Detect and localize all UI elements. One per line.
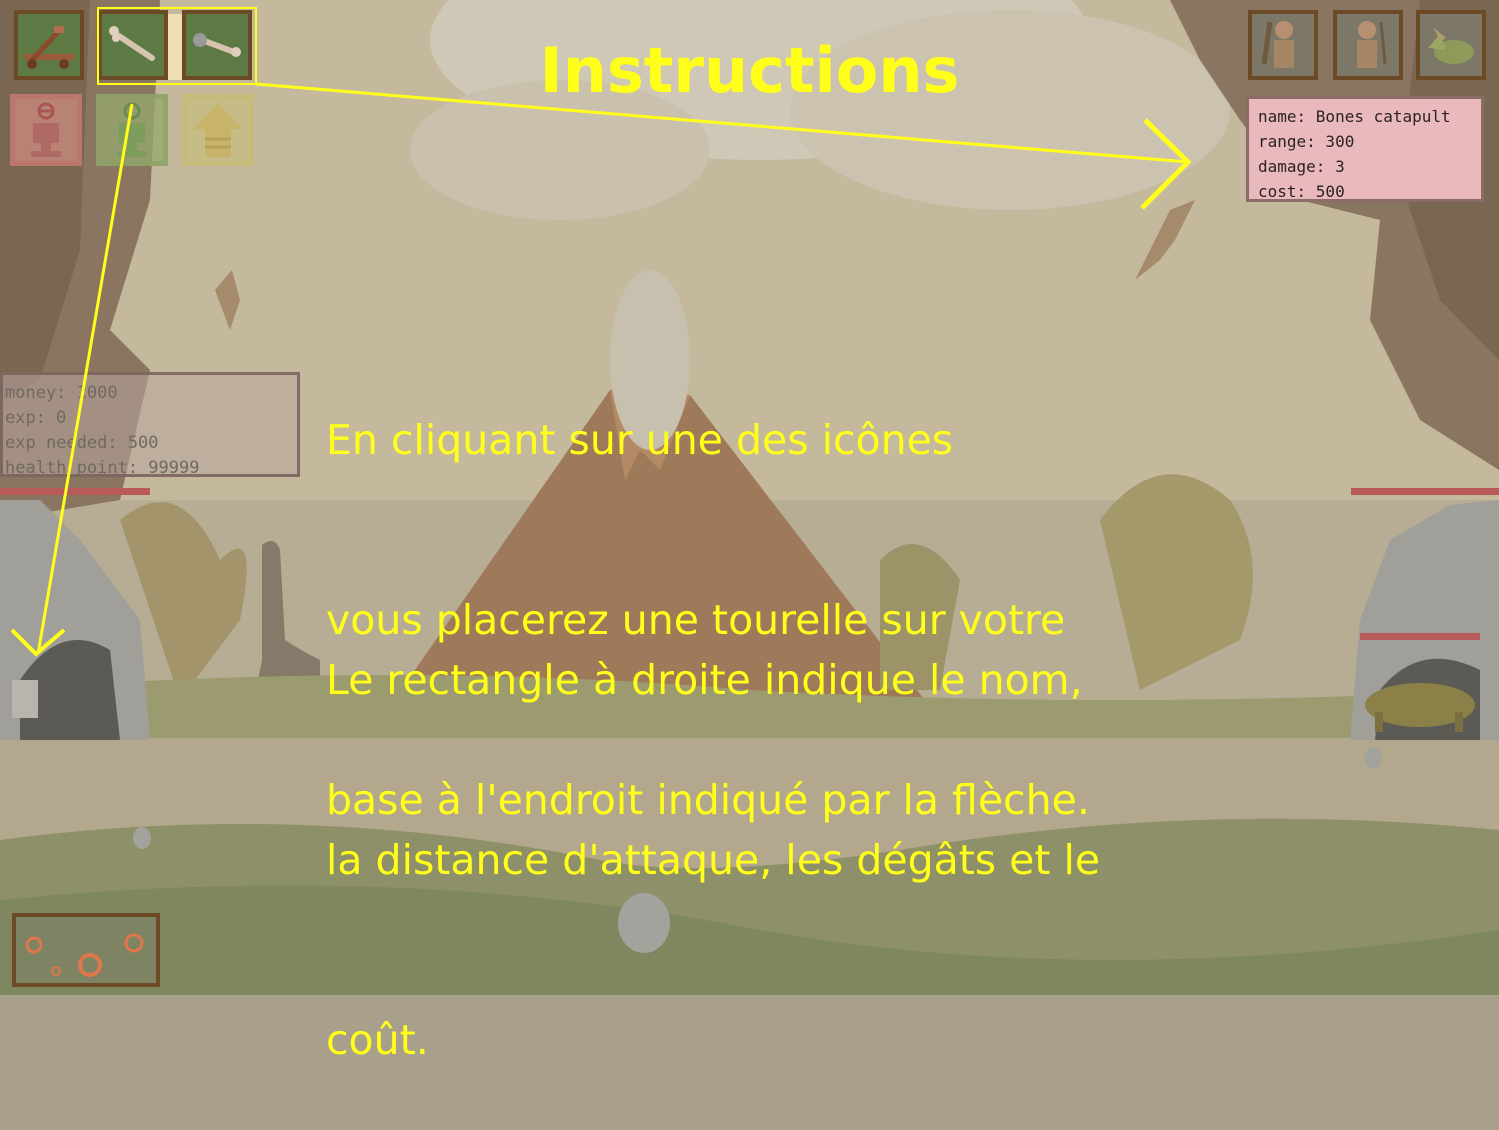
arrow-to-info-panel bbox=[255, 82, 1192, 210]
instruction-line: coût. bbox=[326, 1016, 429, 1064]
annotation-arrows bbox=[10, 7, 1192, 657]
arrow-to-placement-spot bbox=[10, 103, 134, 657]
highlight-turret-icons bbox=[97, 7, 257, 85]
